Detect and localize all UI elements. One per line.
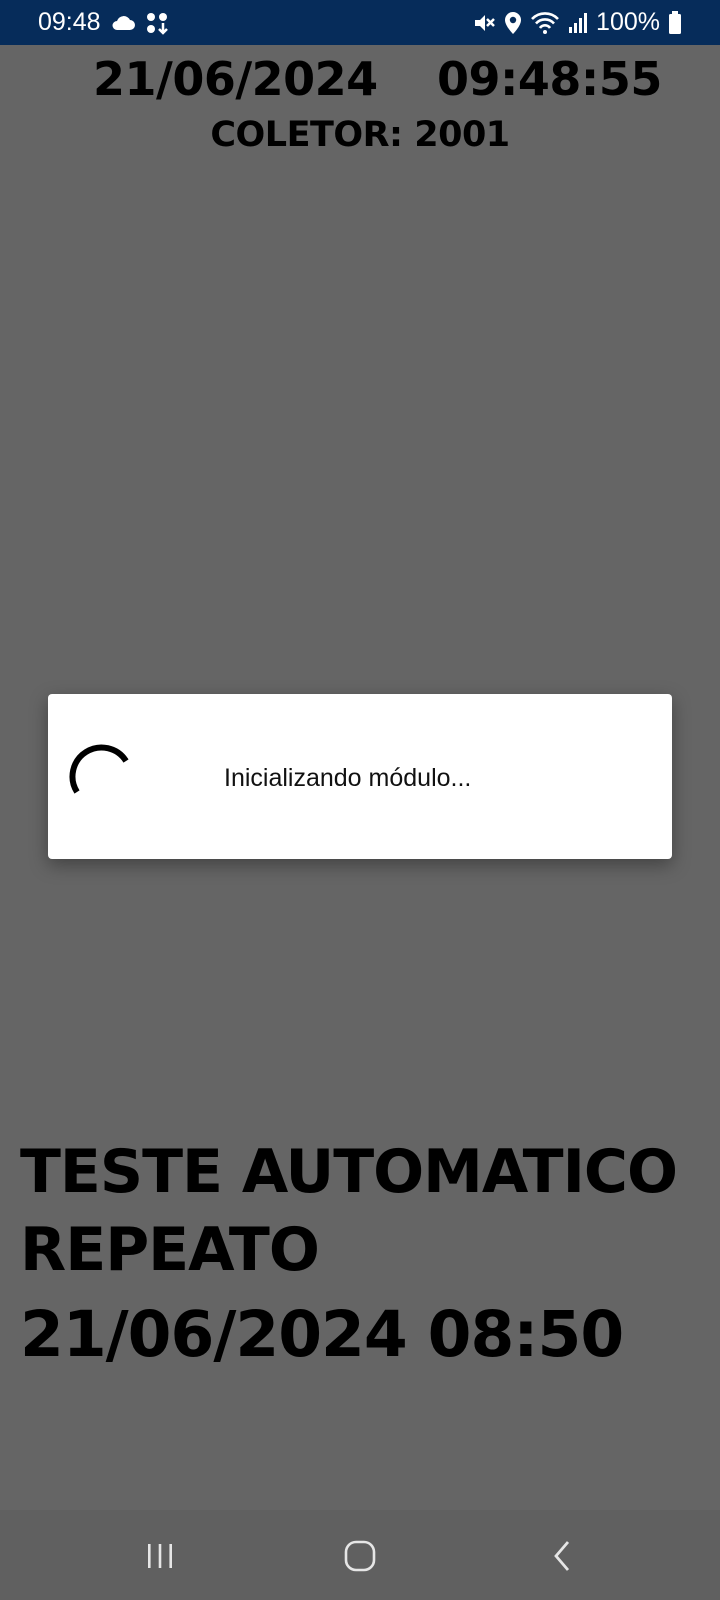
header-time: 09:48:55 [437,52,662,106]
header: 21/06/2024 09:48:55 [0,52,720,112]
test-title: TESTE AUTOMATICO REPEATO [20,1137,678,1285]
status-right: 100% [472,8,682,37]
status-bar: 09:48 100% [0,0,720,45]
loading-dialog: Inicializando módulo... [48,694,672,859]
test-datetime: 21/06/2024 08:50 [20,1298,624,1371]
loading-spinner-icon [64,738,134,808]
status-time: 09:48 [38,8,101,36]
back-icon [550,1539,574,1578]
home-button[interactable] [330,1532,390,1584]
cloud-icon [111,15,135,31]
app-notification-icon [145,11,169,35]
battery-percent: 100% [596,8,660,36]
location-icon [504,11,522,35]
home-icon [343,1539,377,1578]
battery-icon [668,10,682,35]
collector-label: COLETOR: 2001 [210,115,510,155]
status-left: 09:48 [38,8,169,37]
signal-icon [568,12,588,34]
back-button[interactable] [532,1532,592,1584]
wifi-icon [530,11,560,35]
dialog-message: Inicializando módulo... [224,764,472,792]
recent-apps-button[interactable] [130,1532,190,1584]
header-date: 21/06/2024 [93,52,378,106]
recent-apps-icon [145,1541,175,1576]
mute-icon [472,11,496,35]
navigation-bar [0,1510,720,1600]
